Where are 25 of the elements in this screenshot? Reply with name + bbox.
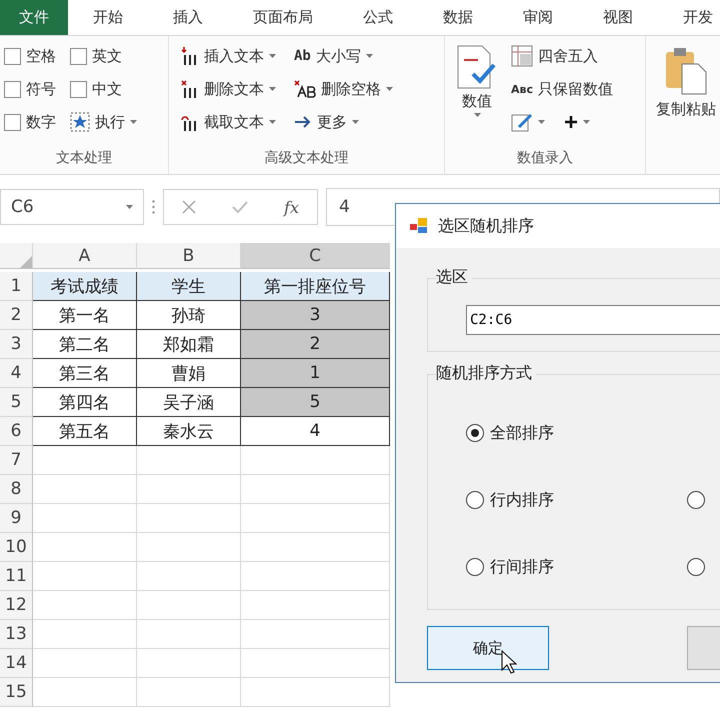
table-cell: 第一排座位号 (241, 272, 390, 301)
table-cell: 3 (241, 301, 390, 330)
table-cell: 2 (241, 330, 390, 359)
table-cell: 孙琦 (137, 301, 241, 330)
table-cell: 曹娟 (137, 359, 241, 388)
font-case-icon: Ab (294, 48, 311, 64)
abc-icon: Aʙᴄ (511, 82, 533, 96)
table-cell: 吴子涵 (137, 388, 241, 417)
table-cell: 郑如霜 (137, 330, 241, 359)
table-cell: 第四名 (33, 388, 137, 417)
ribbon-group: 数值 四舍五入 Aʙᴄ 只保留数值 数值录入 (445, 36, 646, 174)
ribbon-group: 空格 符号 数字 英文 中文 执行 文本处理 (0, 36, 169, 174)
function-icon: fx (284, 198, 299, 216)
table-cell: 考试成绩 (33, 272, 137, 301)
dialog-title: 选区随机排序 (438, 216, 534, 236)
ribbon-group: 插入文本 删除文本 截取文本 Ab 大小写 删除空格 更多 高级文本处理 (169, 36, 445, 174)
table-cell: 5 (241, 388, 390, 417)
table-cell: 第二名 (33, 330, 137, 359)
table-cell: 4 (241, 417, 390, 446)
table-cell: 第五名 (33, 417, 137, 446)
table-cell: 第一名 (33, 301, 137, 330)
table-cell: 第三名 (33, 359, 137, 388)
table-cell: 秦水云 (137, 417, 241, 446)
table-cell: 学生 (137, 272, 241, 301)
table-cell: 1 (241, 359, 390, 388)
